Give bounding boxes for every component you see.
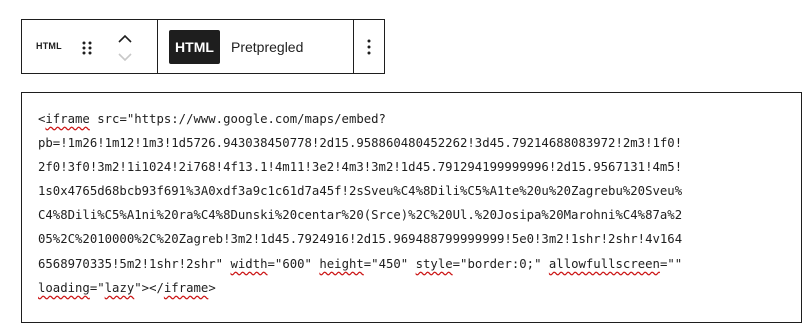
spellcheck-word: iframe [163,280,209,295]
code-line: 2f0!3f0!3m2!1i1024!2i768!4f13.1!4m11!3e2… [38,155,791,179]
code-text: =" [89,280,105,295]
block-mover [114,31,136,65]
code-text: C4%8Dili%C5%A1ni%20ra%C4%8Dunski%20centa… [38,208,683,223]
spellcheck-word: allowfullscreen [548,256,660,271]
spellcheck-word: height [319,256,364,271]
view-mode-group: HTML Pretpregled [158,20,354,73]
spellcheck-word: style [415,256,453,271]
html-code-editor[interactable]: <iframe src="https://www.google.com/maps… [21,92,802,323]
code-line: 1s0x4765d68bcb93f691%3A0xdf3a9c1c61d7a45… [38,179,791,203]
code-text: 6568970335!5m2!1shr!2shr" [38,256,231,271]
code-text: ="border:0;" [452,256,549,271]
block-controls-group: HTML [22,20,158,73]
block-toolbar: HTML HTML Pretpregled [21,19,385,74]
code-line: 6568970335!5m2!1shr!2shr" width="600" he… [38,252,791,276]
code-text: "></ [134,280,164,295]
chevron-up-icon[interactable] [114,31,136,47]
tab-html[interactable]: HTML [169,30,220,64]
code-line: <iframe src="https://www.google.com/maps… [38,107,791,131]
code-line: loading="lazy"></iframe> [38,276,791,300]
code-line: C4%8Dili%C5%A1ni%20ra%C4%8Dunski%20centa… [38,203,791,227]
code-text: ="600" [267,256,320,271]
code-text: 1s0x4765d68bcb93f691%3A0xdf3a9c1c61d7a45… [38,184,683,199]
spellcheck-word: lazy [104,280,135,295]
drag-handle-icon[interactable] [81,40,93,56]
code-text: ="" [659,256,683,271]
html-block-icon[interactable]: HTML [36,41,62,51]
spellcheck-word: iframe [45,112,90,126]
code-text: ="450" [363,256,416,271]
code-text: pb=!1m26!1m12!1m3!1d5726.943038450778!2d… [38,136,683,151]
more-vertical-icon[interactable] [354,30,384,64]
code-line: pb=!1m26!1m12!1m3!1d5726.943038450778!2d… [38,131,791,155]
spellcheck-word: loading [38,280,90,295]
spellcheck-word: width [230,256,268,271]
code-line: 05%2C%2010000%2C%20Zagreb!3m2!1d45.79249… [38,227,791,251]
tab-preview[interactable]: Pretpregled [231,30,303,64]
options-group [354,20,384,73]
code-text: 05%2C%2010000%2C%20Zagreb!3m2!1d45.79249… [38,232,683,247]
code-text: src="https://www.google.com/maps/embed? [89,112,386,126]
code-text: > [208,280,216,295]
chevron-down-icon[interactable] [114,49,136,65]
code-text: 2f0!3f0!3m2!1i1024!2i768!4f13.1!4m11!3e2… [38,160,683,175]
